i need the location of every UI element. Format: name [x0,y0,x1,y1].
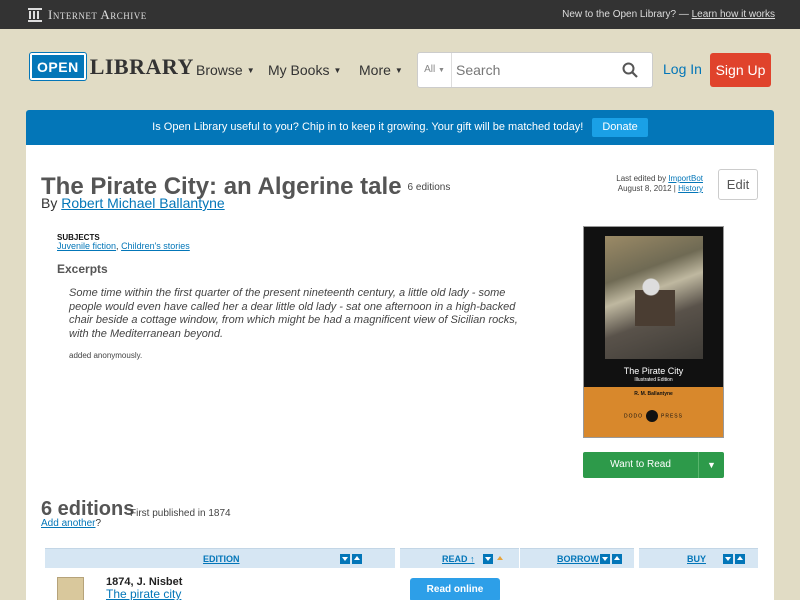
sort-down-icon[interactable] [340,554,350,564]
sort-up-active-icon[interactable] [495,554,505,564]
edition-title-link[interactable]: The pirate city [106,587,181,600]
excerpts-heading: Excerpts [57,262,108,276]
search-box: All ▼ [417,52,653,88]
history-link[interactable]: History [678,184,703,193]
edit-button[interactable]: Edit [718,169,758,200]
chevron-down-icon: ▼ [246,66,255,75]
want-to-read-button[interactable]: Want to Read ▼ [583,452,724,478]
login-link[interactable]: Log In [663,61,702,77]
cover-illustration [605,236,703,359]
nav-my-books-label: My Books [268,62,330,78]
want-to-read-label: Want to Read [610,459,671,470]
by-label: By [41,195,58,211]
chevron-down-icon: ▼ [437,67,445,74]
read-column-label: READ [442,554,468,564]
sort-up-icon[interactable] [735,554,745,564]
nav-more[interactable]: More ▼ [359,62,403,78]
author-link[interactable]: Robert Michael Ballantyne [61,195,224,211]
column-header-read: READ ↑ [400,548,519,568]
internet-archive-logo[interactable]: Internet Archive [28,7,147,23]
new-user-text: New to the Open Library? — [562,9,689,20]
column-header-edition: EDITION [45,548,395,568]
donate-banner: Is Open Library useful to you? Chip in t… [26,110,774,145]
press-left: DODO [624,413,644,420]
chevron-down-icon: ▼ [394,66,403,75]
internet-archive-name: Internet Archive [48,7,147,22]
add-another-suffix: ? [95,518,102,529]
nav-more-label: More [359,62,391,78]
search-scope-select[interactable]: All ▼ [418,53,452,87]
work-panel: The Pirate City: an Algerine tale 6 editi… [26,145,774,600]
open-library-logo[interactable]: OPEN LIBRARY [30,53,194,80]
donate-button[interactable]: Donate [592,117,648,137]
cover-author: R. M. Ballantyne [634,391,673,397]
subjects-list: Juvenile fiction, Children's stories [57,241,190,251]
sort-up-icon[interactable] [612,554,622,564]
first-published: First published in 1874 [130,508,231,519]
learn-how-link[interactable]: Learn how it works [692,9,775,20]
excerpt-text: Some time within the first quarter of th… [69,287,518,340]
editions-count: 6 editions [407,182,451,193]
subject-link[interactable]: Children's stories [121,241,190,251]
signup-button[interactable]: Sign Up [710,53,771,87]
edition-sort-link[interactable]: EDITION [203,549,240,569]
search-icon[interactable] [622,62,638,78]
want-to-read-dropdown[interactable]: ▼ [698,452,724,478]
chevron-down-icon: ▼ [333,66,342,75]
cover-bottom-band: R. M. Ballantyne DODO PRESS [584,387,723,437]
add-edition: Add another? [41,518,101,529]
nav-browse-label: Browse [196,62,243,78]
press-right: PRESS [661,413,683,420]
byline: By Robert Michael Ballantyne [41,195,225,211]
column-header-buy: BUY [639,548,758,568]
last-edited-prefix: Last edited by [616,174,667,183]
borrow-sort-link[interactable]: BORROW [557,549,599,569]
edition-thumbnail[interactable] [57,577,84,600]
book-cover[interactable]: The Pirate City Illustrated Edition R. M… [583,226,724,438]
buy-sort-link[interactable]: BUY [687,549,706,569]
cover-subtitle: Illustrated Edition [634,377,673,383]
cover-press: DODO PRESS [584,410,723,422]
read-sort-arrow: ↑ [470,554,475,564]
site-header: OPEN LIBRARY Browse ▼ My Books ▼ More ▼ All… [0,29,800,109]
nav-browse[interactable]: Browse ▼ [196,62,255,78]
subject-link[interactable]: Juvenile fiction [57,241,116,251]
last-edited-info: Last edited by ImportBot August 8, 2012 … [566,174,703,194]
add-another-link[interactable]: Add another [41,518,96,529]
last-edited-date: August 8, 2012 | [617,184,676,193]
last-edited-user-link[interactable]: ImportBot [668,174,703,183]
new-user-prompt: New to the Open Library? — Learn how it … [562,9,775,20]
logo-library-text: LIBRARY [89,53,194,79]
internet-archive-bar: Internet Archive New to the Open Library… [0,0,800,29]
read-online-button[interactable]: Read online [410,578,500,600]
sort-down-icon[interactable] [483,554,493,564]
column-header-borrow: BORROW [520,548,634,568]
archive-temple-icon [28,8,42,22]
sort-down-icon[interactable] [723,554,733,564]
excerpt-attribution: added anonymously. [69,351,143,360]
dodo-icon [646,410,659,422]
logo-open-badge: OPEN [30,53,86,80]
cover-title: The Pirate City [623,366,684,376]
search-scope-label: All [424,64,436,75]
donate-banner-text: Is Open Library useful to you? Chip in t… [152,121,584,133]
search-input[interactable] [456,59,606,81]
sort-down-icon[interactable] [600,554,610,564]
read-sort-link[interactable]: READ ↑ [442,549,475,569]
nav-my-books[interactable]: My Books ▼ [268,62,341,78]
chevron-down-icon: ▼ [707,460,716,470]
sort-up-icon[interactable] [352,554,362,564]
